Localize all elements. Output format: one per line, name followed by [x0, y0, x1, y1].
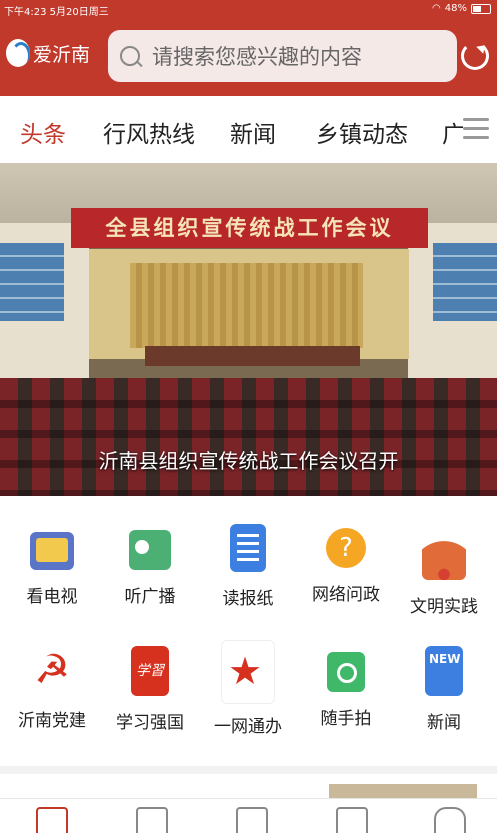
grid-label: 学习强国	[116, 713, 184, 733]
grid-item-wenming[interactable]: 文明实践	[394, 524, 494, 617]
grid-label: 网络问政	[312, 585, 380, 605]
status-right: ◠ 48%	[432, 3, 491, 14]
refresh-icon[interactable]	[461, 42, 489, 70]
status-bar: 下午4:23 5月20日周三 ◠ 48%	[0, 0, 497, 18]
grid-item-wenzheng[interactable]: ? 网络问政	[296, 524, 396, 605]
grid-item-yiwang[interactable]: ★ 一网通办	[198, 640, 298, 737]
grid-item-camera[interactable]: 随手拍	[296, 646, 396, 729]
news-thumbnail	[329, 784, 477, 798]
search-placeholder: 请搜索您感兴趣的内容	[152, 45, 362, 69]
hero-caption: 沂南县组织宣传统战工作会议召开	[98, 449, 399, 473]
grid-item-newspaper[interactable]: 读报纸	[198, 524, 298, 609]
hero-curtain	[130, 263, 363, 348]
grid-label: 随手拍	[320, 709, 372, 729]
star-service-icon: ★	[221, 640, 275, 704]
tab-partial[interactable]: 广	[442, 115, 465, 149]
status-time-date: 下午4:23 5月20日周三	[4, 7, 109, 18]
logo-mark-icon	[6, 39, 30, 67]
new-news-icon: NEW	[425, 646, 463, 696]
star-icon[interactable]	[236, 807, 268, 833]
logo-text: 爱沂南	[33, 43, 91, 66]
news-card-partial[interactable]	[0, 774, 497, 798]
tv-icon	[30, 532, 74, 570]
service-grid: 看电视 听广播 读报纸 ? 网络问政 文明实践 ☭ 沂南党建 学習 学习强国 ★…	[0, 496, 497, 766]
civilization-emblem-icon	[422, 524, 466, 580]
grid-label: 一网通办	[214, 717, 282, 737]
battery-percent: 48%	[444, 3, 467, 14]
grid-label: 沂南党建	[18, 711, 86, 731]
tab-township[interactable]: 乡镇动态	[316, 115, 408, 149]
xuexi-icon: 学習	[131, 646, 169, 696]
tab-news[interactable]: 新闻	[230, 115, 276, 149]
battery-icon	[471, 3, 491, 14]
grid-item-radio[interactable]: 听广播	[100, 524, 200, 607]
grid-label: 文明实践	[410, 597, 478, 617]
newspaper-icon	[230, 524, 266, 572]
grid-item-news[interactable]: NEW 新闻	[394, 646, 494, 733]
grid-item-xuexi[interactable]: 学習 学习强国	[100, 646, 200, 733]
hero-seats	[0, 378, 497, 496]
wifi-icon: ◠	[432, 3, 441, 14]
hero-screen-left	[0, 243, 64, 321]
tab-headlines[interactable]: 头条	[20, 115, 66, 149]
section-separator	[0, 766, 497, 774]
category-tabs: 头条 行风热线 新闻 乡镇动态 广	[0, 96, 497, 163]
bottom-nav	[0, 798, 497, 834]
profile-icon[interactable]	[434, 807, 466, 833]
hero-banner[interactable]: 全县组织宣传统战工作会议 沂南县组织宣传统战工作会议召开	[0, 163, 497, 496]
grid-label: 新闻	[427, 713, 461, 733]
grid-label: 听广播	[124, 587, 176, 607]
question-bubble-icon: ?	[326, 528, 366, 568]
app-logo: 爱沂南	[6, 39, 90, 67]
radio-icon	[129, 530, 171, 570]
hero-screen-right	[433, 243, 497, 321]
new-badge: NEW	[429, 652, 461, 666]
search-icon	[120, 46, 140, 66]
grid-item-tv[interactable]: 看电视	[2, 524, 102, 607]
video-icon[interactable]	[136, 807, 168, 833]
home-icon[interactable]	[36, 807, 68, 833]
menu-icon[interactable]	[463, 118, 489, 140]
hero-meeting-banner: 全县组织宣传统战工作会议	[71, 208, 428, 248]
camera-icon	[327, 652, 365, 692]
search-bar[interactable]: 请搜索您感兴趣的内容	[108, 30, 457, 82]
tab-hotline[interactable]: 行风热线	[103, 115, 195, 149]
app-header: 爱沂南 请搜索您感兴趣的内容	[0, 18, 497, 96]
grid-label: 读报纸	[222, 589, 274, 609]
party-emblem-icon: ☭	[34, 647, 70, 693]
hashtag-icon[interactable]	[336, 807, 368, 833]
grid-label: 看电视	[26, 587, 78, 607]
hero-table	[145, 346, 360, 366]
grid-item-party[interactable]: ☭ 沂南党建	[2, 646, 102, 731]
